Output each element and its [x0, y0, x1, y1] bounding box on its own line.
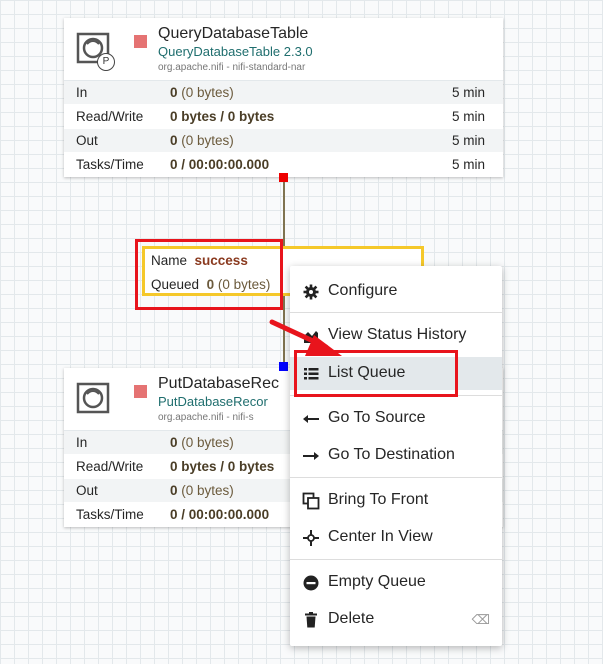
menu-item-empty-queue[interactable]: Empty Queue — [290, 566, 502, 599]
processor-bundle: org.apache.nifi - nifi-s — [158, 412, 254, 423]
stopped-status-icon — [134, 35, 147, 48]
menu-item-configure[interactable]: Configure — [290, 275, 502, 308]
stat-value: 0 (0 bytes) — [170, 435, 234, 450]
menu-item-label: Center In View — [328, 528, 433, 545]
processor-type: PutDatabaseRecor — [158, 394, 268, 409]
stat-value: 0 (0 bytes) — [170, 85, 234, 100]
primary-node-badge: P — [97, 53, 115, 71]
menu-item-label: Bring To Front — [328, 491, 429, 508]
chart-icon — [304, 331, 318, 343]
backspace-shortcut-icon: ⌫ — [471, 612, 490, 627]
arrow-left-icon — [303, 415, 319, 423]
processor-header: P QueryDatabaseTable QueryDatabaseTable … — [64, 18, 503, 81]
stat-value: 0 (0 bytes) — [170, 133, 234, 148]
connection-source-handle[interactable] — [279, 173, 288, 182]
stopped-status-icon — [134, 385, 147, 398]
list-icon — [304, 368, 319, 380]
menu-item-list-queue[interactable]: List Queue — [290, 357, 502, 390]
arrow-right-icon — [303, 452, 319, 460]
gear-icon — [303, 284, 319, 300]
menu-item-label: Go To Destination — [328, 446, 455, 463]
stat-time: 5 min — [451, 157, 485, 172]
menu-item-go-to-source[interactable]: Go To Source — [290, 402, 502, 435]
stat-row-in: In 0 (0 bytes) 5 min — [64, 81, 503, 105]
stat-label: Out — [76, 483, 98, 498]
menu-item-label: Configure — [328, 282, 398, 299]
menu-separator — [290, 312, 502, 313]
stat-value: 0 bytes / 0 bytes — [170, 109, 275, 124]
stat-row-out: Out 0 (0 bytes) 5 min — [64, 129, 503, 153]
trash-icon — [305, 612, 317, 628]
stat-label: Out — [76, 133, 98, 148]
menu-item-bring-to-front[interactable]: Bring To Front — [290, 484, 502, 517]
menu-item-label: View Status History — [328, 326, 467, 343]
minus-circle-icon — [303, 575, 319, 591]
menu-separator — [290, 477, 502, 478]
processor-bundle: org.apache.nifi - nifi-standard-nar — [158, 62, 306, 73]
menu-item-delete[interactable]: Delete ⌫ — [290, 603, 502, 636]
stat-label: In — [76, 435, 88, 450]
stat-time: 5 min — [451, 85, 485, 100]
stat-value: 0 / 00:00:00.000 — [170, 507, 270, 522]
menu-separator — [290, 395, 502, 396]
menu-item-label: Go To Source — [328, 409, 426, 426]
connection-name: Name success — [151, 253, 248, 268]
stat-time: 5 min — [451, 109, 485, 124]
processor-type: QueryDatabaseTable 2.3.0 — [158, 44, 313, 59]
stat-label: In — [76, 85, 88, 100]
connection-destination-handle[interactable] — [279, 362, 288, 371]
processor-icon — [76, 382, 110, 414]
stat-label: Tasks/Time — [76, 157, 144, 172]
processor-name: PutDatabaseRec — [158, 375, 279, 392]
menu-item-label: Empty Queue — [328, 573, 426, 590]
menu-item-go-to-destination[interactable]: Go To Destination — [290, 439, 502, 472]
connection-queued: Queued 0 (0 bytes) — [151, 277, 271, 292]
menu-separator — [290, 559, 502, 560]
menu-item-center-in-view[interactable]: Center In View — [290, 521, 502, 554]
processor-querydatabasetable[interactable]: P QueryDatabaseTable QueryDatabaseTable … — [64, 18, 503, 177]
stat-value: 0 / 00:00:00.000 — [170, 157, 270, 172]
menu-item-view-status-history[interactable]: View Status History — [290, 319, 502, 352]
processor-name: QueryDatabaseTable — [158, 25, 309, 42]
menu-item-label: Delete — [328, 610, 375, 627]
bring-front-icon — [302, 492, 320, 510]
stat-row-read-write: Read/Write 0 bytes / 0 bytes 5 min — [64, 105, 503, 129]
menu-item-label: List Queue — [328, 364, 406, 381]
context-menu: Configure View Status History List Queue… — [290, 266, 502, 646]
stat-label: Read/Write — [76, 459, 144, 474]
stat-label: Read/Write — [76, 109, 144, 124]
stat-value: 0 (0 bytes) — [170, 483, 234, 498]
stat-time: 5 min — [451, 133, 485, 148]
crosshair-icon — [303, 530, 319, 546]
stat-label: Tasks/Time — [76, 507, 144, 522]
stat-value: 0 bytes / 0 bytes — [170, 459, 275, 474]
